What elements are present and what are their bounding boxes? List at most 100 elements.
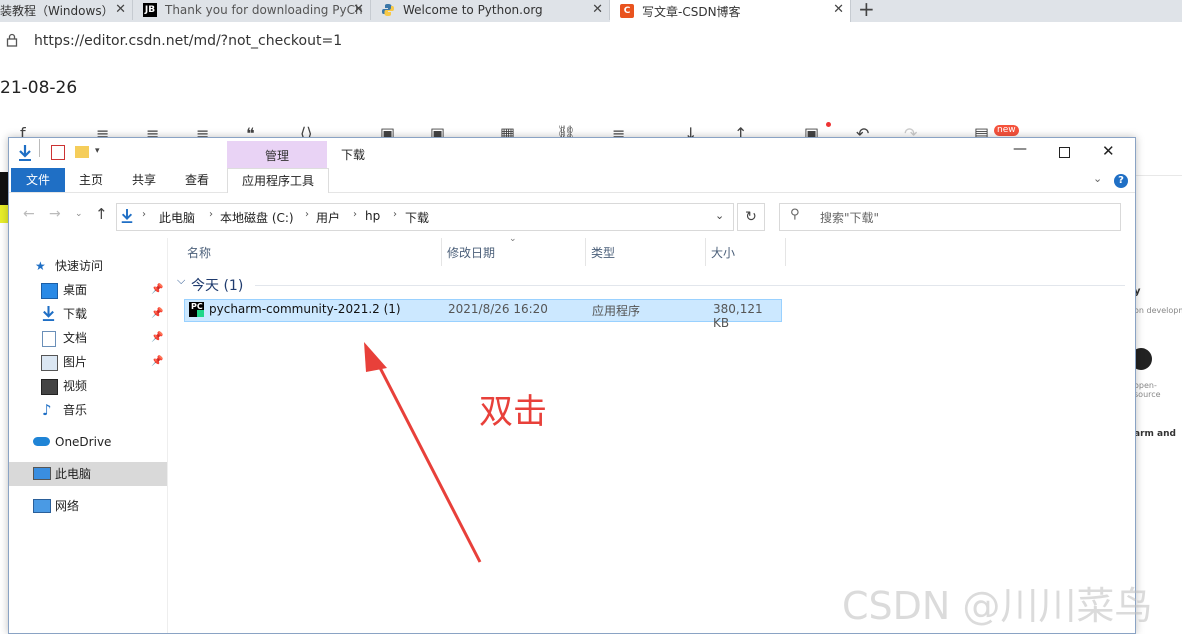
column-header-type[interactable]: 类型 [591,242,615,264]
file-size: 380,121 KB [713,302,763,330]
breadcrumb-separator-icon[interactable]: › [305,209,309,220]
breadcrumb-separator-icon[interactable]: › [142,209,146,220]
address-bar[interactable]: https://editor.csdn.net/md/?not_checkout… [0,22,1182,63]
tab-view[interactable]: 查看 [175,168,219,192]
column-header-date[interactable]: 修改日期 [447,242,495,264]
document-icon [42,331,56,347]
breadcrumb-item[interactable]: hp [365,209,380,223]
chevron-down-icon[interactable]: ⌵ [177,274,185,288]
browser-tab-active[interactable]: C 写文章-CSDN博客 ✕ [610,0,851,22]
page-text-fragment: open-source [1134,381,1161,399]
tab-title: Thank you for downloading PyCh [165,3,363,17]
back-arrow-icon[interactable]: ← [23,206,35,222]
refresh-button[interactable]: ↻ [737,203,765,231]
breadcrumb-separator-icon[interactable]: › [353,209,357,220]
sidebar-item-network[interactable]: 网络 [9,494,167,518]
column-header-name[interactable]: 名称 [187,242,211,264]
article-title-input[interactable]: 21-08-26 [0,78,77,98]
cloud-icon [33,437,50,446]
ribbon-tabs: 文件 主页 共享 查看 应用程序工具 ⌄ ? [9,168,1135,193]
chevron-down-icon[interactable]: ⌄ [1093,172,1102,185]
breadcrumb-item[interactable]: 下载 [405,209,429,226]
page-text-fragment: arm and [1134,429,1176,439]
sidebar-item-this-pc[interactable]: 此电脑 [9,462,167,486]
page-text-fragment: on developme [1134,306,1182,315]
tab-app-tools[interactable]: 应用程序工具 [227,168,329,193]
close-icon[interactable]: ✕ [833,2,844,17]
close-icon[interactable]: ✕ [592,2,603,17]
pin-icon[interactable]: 📌 [151,278,163,302]
tab-file[interactable]: 文件 [11,168,65,192]
sidebar-item-label: 图片 [63,355,88,369]
sidebar-item-music[interactable]: ♪ 音乐 [9,398,167,422]
pin-icon[interactable]: 📌 [151,302,163,326]
close-icon[interactable]: ✕ [115,2,126,17]
chevron-down-icon[interactable]: ▾ [95,146,100,156]
column-header-size[interactable]: 大小 [711,242,735,264]
breadcrumb-item[interactable]: 本地磁盘 (C:) [220,209,294,226]
network-icon [33,499,51,513]
breadcrumb-separator-icon[interactable]: › [209,209,213,220]
page-right-panel: y on developme open-source arm and [1130,172,1182,632]
browser-tab[interactable]: 装教程（Windows） ✕ [0,0,133,20]
help-icon[interactable]: ? [1114,174,1128,188]
lock-icon [6,33,18,50]
up-arrow-icon[interactable]: ↑ [95,205,108,223]
sidebar-item-quick-access[interactable]: ★ 快速访问 [9,254,167,278]
new-folder-icon[interactable] [75,146,89,158]
file-date: 2021/8/26 16:20 [448,302,548,316]
tab-title: 写文章-CSDN博客 [642,4,741,19]
annotation-label: 双击 [479,392,547,432]
sidebar-item-desktop[interactable]: 桌面 📌 [9,278,167,302]
browser-tab[interactable]: Welcome to Python.org ✕ [371,0,610,20]
file-row[interactable]: PC pycharm-community-2021.2 (1) 2021/8/2… [184,299,782,330]
breadcrumb-separator-icon[interactable]: › [393,209,397,220]
pin-icon[interactable]: 📌 [151,350,163,374]
new-tab-button[interactable]: + [858,0,875,21]
sidebar-item-downloads[interactable]: 下载 📌 [9,302,167,326]
sidebar-item-label: 文档 [63,331,88,345]
divider [585,238,586,266]
new-badge: new [994,125,1019,136]
download-icon [41,305,56,321]
breadcrumb-item[interactable]: 用户 [316,209,340,226]
notification-dot [826,122,831,127]
sidebar-item-pictures[interactable]: 图片 📌 [9,350,167,374]
manage-tab-label[interactable]: 管理 [227,147,327,164]
search-box[interactable]: ⚲ 搜索"下载" [779,203,1121,231]
sidebar-item-label: 此电脑 [55,467,92,481]
breadcrumb-item[interactable]: 此电脑 [159,209,195,226]
chevron-down-icon[interactable]: ⌄ [715,209,724,222]
tab-share[interactable]: 共享 [122,168,166,192]
sidebar-item-label: 音乐 [63,403,88,417]
close-button[interactable]: ✕ [1102,142,1115,160]
page-background-fragment [0,205,8,223]
sidebar-item-documents[interactable]: 文档 📌 [9,326,167,350]
video-icon [41,379,58,395]
sidebar-item-label: 视频 [63,379,88,393]
download-icon[interactable] [17,144,33,165]
browser-tab[interactable]: JB Thank you for downloading PyCh ✕ [133,0,371,20]
download-icon [120,207,134,228]
group-header[interactable]: 今天 (1) [191,275,243,295]
address-path-box[interactable]: › 此电脑 › 本地磁盘 (C:) › 用户 › hp › 下载 ⌄ [116,203,734,231]
divider [1134,175,1182,176]
url-text[interactable]: https://editor.csdn.net/md/?not_checkout… [34,33,342,49]
maximize-button[interactable] [1059,147,1070,158]
pin-icon[interactable]: 📌 [151,326,163,350]
music-icon: ♪ [42,401,52,419]
divider [441,238,442,266]
close-icon[interactable]: ✕ [353,2,364,17]
tab-home[interactable]: 主页 [69,168,113,192]
file-explorer-window: ▾ 管理 下载 — ✕ 文件 主页 共享 查看 应用程序工具 ⌄ ? ← → ⌄… [8,137,1136,634]
sidebar-item-videos[interactable]: 视频 [9,374,167,398]
divider [255,285,1125,286]
sidebar-item-label: 桌面 [63,283,88,297]
search-icon: ⚲ [790,207,800,222]
properties-icon[interactable] [51,145,65,160]
recent-locations-icon[interactable]: ⌄ [75,209,83,219]
sidebar-item-onedrive[interactable]: OneDrive [9,430,167,454]
minimize-button[interactable]: — [1013,141,1027,157]
file-type: 应用程序 [592,304,641,318]
forward-arrow-icon[interactable]: → [49,206,61,222]
